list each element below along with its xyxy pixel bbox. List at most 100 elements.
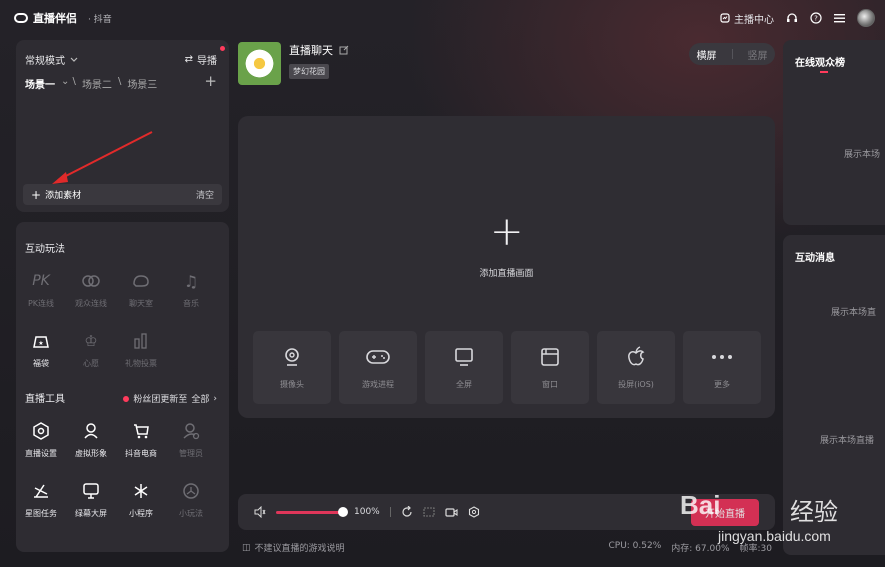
gift-vote-button[interactable]: 礼物投票: [116, 330, 166, 369]
link-icon: [80, 270, 102, 292]
fan-note-label: 粉丝团更新至: [133, 395, 188, 405]
separator: [731, 49, 733, 59]
audience-link-button[interactable]: 观众连线: [66, 270, 116, 309]
interaction-grid-row2: ★ 福袋 ♔ 心愿 礼物投票: [16, 330, 216, 369]
game-source-button[interactable]: 游戏进程: [339, 331, 417, 404]
wish-label: 心愿: [83, 359, 99, 368]
volume-knob[interactable]: [338, 506, 348, 517]
volume-value: 100%: [354, 507, 380, 517]
settings-icon[interactable]: [468, 506, 480, 518]
tab-scene-3[interactable]: 场景三: [127, 76, 157, 91]
game-label: 游戏进程: [362, 380, 394, 389]
viewers-title: 在线观众榜: [795, 58, 845, 69]
screen-icon: [80, 480, 102, 502]
room-category-tag[interactable]: 梦幻花园: [289, 64, 329, 79]
user-avatar[interactable]: [857, 9, 875, 27]
cpu-status: CPU: 0.52%: [608, 541, 662, 551]
add-scene-button[interactable]: +: [204, 72, 217, 90]
camera-label: 摄像头: [280, 380, 304, 389]
admin-button[interactable]: 管理员: [166, 420, 216, 459]
green-screen-label: 绿幕大屏: [75, 509, 107, 518]
live-settings-button[interactable]: 直播设置: [16, 420, 66, 459]
more-icon: [710, 345, 734, 369]
help-icon[interactable]: ?: [810, 12, 822, 24]
pk-button[interactable]: PK PK连线: [16, 270, 66, 309]
scene-panel: 常规模式 ⇄ 导播 场景一 ⌄ \ 场景二 \ 场景三 + + 添加素材 清空: [16, 40, 229, 212]
menu-icon[interactable]: [834, 13, 845, 23]
creator-center-icon: [720, 13, 730, 23]
landscape-button[interactable]: 横屏: [697, 47, 717, 62]
screen-share-icon[interactable]: [423, 506, 435, 518]
guide-button[interactable]: ⇄ 导播: [185, 52, 217, 67]
add-material-button[interactable]: + 添加素材: [31, 188, 81, 202]
wish-button[interactable]: ♔ 心愿: [66, 330, 116, 369]
source-buttons: 摄像头 游戏进程 全屏 窗口 投屏(iOS) 更多: [253, 331, 761, 404]
swap-icon: ⇄: [184, 54, 193, 65]
volume-slider[interactable]: [276, 506, 348, 517]
pk-icon: PK: [32, 273, 50, 289]
add-material-bar: + 添加素材 清空: [23, 184, 222, 205]
virtual-avatar-button[interactable]: 虚拟形象: [66, 420, 116, 459]
game-notice-link[interactable]: 不建议直播的游戏说明: [255, 541, 345, 554]
messages-title: 互动消息: [795, 253, 835, 264]
edit-icon[interactable]: [339, 45, 349, 55]
chatroom-button[interactable]: 聊天室: [116, 270, 166, 309]
star-task-icon: [30, 480, 52, 502]
gift-vote-label: 礼物投票: [125, 359, 157, 368]
all-tools-link[interactable]: 全部: [191, 392, 209, 405]
virtual-avatar-label: 虚拟形象: [75, 449, 107, 458]
watermark-url: jingyan.baidu.com: [718, 528, 831, 544]
ios-cast-source-button[interactable]: 投屏(iOS): [597, 331, 675, 404]
ecommerce-label: 抖音电商: [125, 449, 157, 458]
speaker-icon[interactable]: [254, 506, 266, 518]
mode-selector[interactable]: 常规模式: [25, 52, 78, 67]
mini-game-button[interactable]: 小玩法: [166, 480, 216, 519]
portrait-button[interactable]: 竖屏: [748, 47, 768, 62]
more-label: 更多: [714, 380, 730, 389]
clear-button[interactable]: 清空: [196, 188, 214, 201]
room-name-label: 直播聊天: [289, 44, 333, 57]
record-icon[interactable]: [445, 507, 458, 518]
chevron-down-icon[interactable]: ⌄ \: [61, 76, 76, 91]
live-preview-stage: + 添加直播画面 摄像头 游戏进程 全屏 窗口 投屏(iOS) 更多: [238, 116, 775, 418]
camera-icon: [280, 345, 304, 369]
title-bar: 直播伴侣 · 抖音 主播中心 ?: [0, 0, 885, 36]
app-logo: 直播伴侣 · 抖音: [14, 10, 112, 26]
mini-program-label: 小程序: [129, 509, 153, 518]
separator: \: [117, 76, 122, 87]
chat-icon: [130, 270, 152, 292]
mini-program-button[interactable]: 小程序: [116, 480, 166, 519]
room-title[interactable]: 直播聊天: [289, 42, 349, 58]
tools-grid-row2: 星图任务 绿幕大屏 小程序 小玩法: [16, 480, 216, 519]
fullscreen-source-button[interactable]: 全屏: [425, 331, 503, 404]
star-task-button[interactable]: 星图任务: [16, 480, 66, 519]
ecommerce-button[interactable]: 抖音电商: [116, 420, 166, 459]
room-cover-image[interactable]: [238, 42, 281, 85]
app-title: 直播伴侣: [33, 12, 77, 25]
window-source-button[interactable]: 窗口: [511, 331, 589, 404]
live-settings-label: 直播设置: [25, 449, 57, 458]
creator-center-label: 主播中心: [734, 14, 774, 26]
creator-center-button[interactable]: 主播中心: [720, 11, 774, 26]
audience-link-label: 观众连线: [75, 299, 107, 308]
green-screen-button[interactable]: 绿幕大屏: [66, 480, 116, 519]
svg-text:★: ★: [38, 340, 43, 347]
add-source-plus-icon[interactable]: +: [490, 212, 524, 252]
tab-scene-2[interactable]: 场景二: [82, 76, 112, 91]
fan-club-note[interactable]: 粉丝团更新至 全部 ›: [123, 392, 217, 405]
refresh-icon[interactable]: [401, 506, 413, 518]
tab-scene-1[interactable]: 场景一: [25, 76, 55, 91]
camera-source-button[interactable]: 摄像头: [253, 331, 331, 404]
notice-icon: ◫: [242, 542, 251, 553]
orientation-toggle: 横屏 竖屏: [689, 43, 775, 65]
music-button[interactable]: ♫ 音乐: [166, 270, 216, 309]
star-task-label: 星图任务: [25, 509, 57, 518]
more-source-button[interactable]: 更多: [683, 331, 761, 404]
chatroom-label: 聊天室: [129, 299, 153, 308]
watermark-brand: Bai: [680, 490, 721, 520]
headset-icon[interactable]: [786, 12, 798, 24]
lucky-bag-button[interactable]: ★ 福袋: [16, 330, 66, 369]
wish-icon: ♔: [84, 332, 98, 350]
add-live-view-label: 添加直播画面: [479, 269, 534, 279]
notification-dot: [220, 46, 225, 51]
